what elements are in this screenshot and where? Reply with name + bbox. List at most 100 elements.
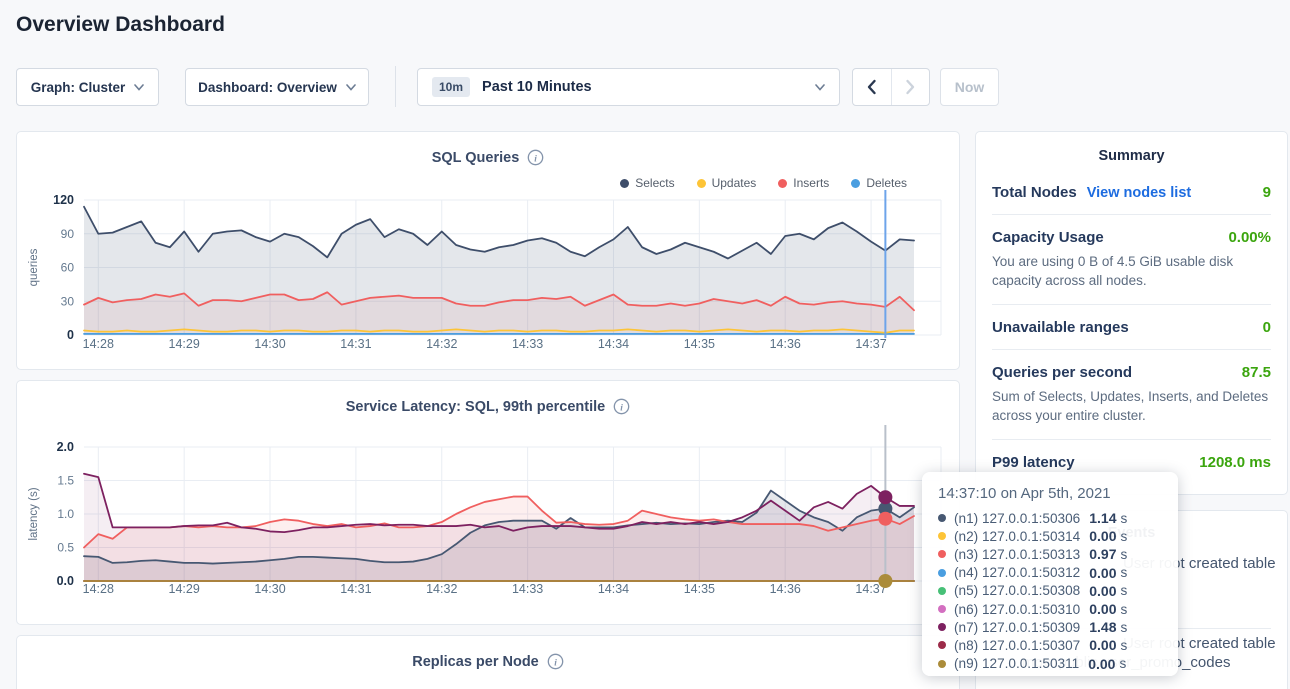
svg-text:14:31: 14:31 xyxy=(340,337,371,351)
tooltip-node-label: (n3) 127.0.0.1:50313 xyxy=(954,547,1080,562)
svg-text:14:35: 14:35 xyxy=(684,582,715,596)
next-time-button[interactable] xyxy=(891,69,930,105)
tooltip-node-label: (n1) 127.0.0.1:50306 xyxy=(954,511,1080,526)
tooltip-node-unit: s xyxy=(1119,656,1126,671)
tooltip-row: (n7) 127.0.0.1:503091.48s xyxy=(938,618,1162,636)
page-title: Overview Dashboard xyxy=(16,13,225,37)
info-icon[interactable]: i xyxy=(613,398,630,415)
prev-time-button[interactable] xyxy=(853,69,891,105)
tooltip-node-unit: s xyxy=(1120,602,1127,617)
tooltip-node-value: 0.00 xyxy=(1089,637,1116,653)
chevron-down-icon xyxy=(134,84,144,91)
unavailable-ranges-value: 0 xyxy=(1263,319,1271,336)
sql-queries-card: 030609012014:2814:2914:3014:3114:3214:33… xyxy=(16,131,960,370)
chevron-left-icon xyxy=(866,79,877,95)
svg-text:14:28: 14:28 xyxy=(83,582,114,596)
svg-text:90: 90 xyxy=(61,227,75,241)
tooltip-node-label: (n2) 127.0.0.1:50314 xyxy=(954,529,1080,544)
chart-title-sql-queries: SQL Queries i xyxy=(17,149,959,166)
sql-plot[interactable]: 030609012014:2814:2914:3014:3114:3214:33… xyxy=(17,132,959,369)
svg-text:2.0: 2.0 xyxy=(57,440,74,454)
legend-label: Selects xyxy=(635,176,674,190)
unavailable-ranges-label: Unavailable ranges xyxy=(992,319,1129,336)
tooltip-node-unit: s xyxy=(1120,529,1127,544)
svg-text:1.5: 1.5 xyxy=(57,474,74,488)
total-nodes-value: 9 xyxy=(1263,184,1271,201)
legend-item: Updates xyxy=(697,176,757,190)
svg-text:0: 0 xyxy=(67,328,74,342)
series-dot xyxy=(938,550,946,558)
legend-item: Inserts xyxy=(778,176,829,190)
chart-title-replicas-per-node: Replicas per Node i xyxy=(17,653,959,670)
series-dot xyxy=(938,532,946,540)
legend-dot-icon xyxy=(697,179,706,188)
chevron-down-icon xyxy=(346,84,356,91)
time-range-selector[interactable]: 10m Past 10 Minutes xyxy=(417,68,840,106)
tooltip-node-value: 1.14 xyxy=(1089,510,1116,526)
svg-text:0.5: 0.5 xyxy=(57,541,74,555)
total-nodes-label: Total Nodes xyxy=(992,184,1077,201)
capacity-usage-value: 0.00% xyxy=(1228,229,1271,246)
series-dot xyxy=(938,514,946,522)
svg-text:14:29: 14:29 xyxy=(169,337,200,351)
chevron-right-icon xyxy=(905,79,916,95)
now-button[interactable]: Now xyxy=(940,68,999,106)
tooltip-node-value: 0.00 xyxy=(1089,528,1116,544)
replicas-per-node-card: Replicas per Node i xyxy=(16,635,960,689)
summary-row-total-nodes: Total Nodes View nodes list 9 xyxy=(992,170,1271,215)
tooltip-node-unit: s xyxy=(1120,547,1127,562)
tooltip-node-label: (n7) 127.0.0.1:50309 xyxy=(954,620,1080,635)
summary-row-capacity: Capacity Usage 0.00% You are using 0 B o… xyxy=(992,215,1271,305)
latency-plot[interactable]: 0.00.51.01.52.014:2814:2914:3014:3114:32… xyxy=(17,381,959,624)
legend-dot-icon xyxy=(620,179,629,188)
series-dot xyxy=(938,623,946,631)
qps-value: 87.5 xyxy=(1242,364,1271,381)
view-nodes-link[interactable]: View nodes list xyxy=(1087,185,1192,201)
tooltip-row: (n1) 127.0.0.1:503061.14s xyxy=(938,509,1162,527)
graph-selector-button[interactable]: Graph: Cluster xyxy=(16,68,159,106)
tooltip-row: (n5) 127.0.0.1:50308 0.00 s xyxy=(938,582,1162,600)
svg-text:14:33: 14:33 xyxy=(512,337,543,351)
tooltip-row: (n2) 127.0.0.1:50314 0.00 s xyxy=(938,527,1162,545)
svg-text:120: 120 xyxy=(53,193,74,207)
time-step-buttons xyxy=(852,68,930,106)
legend-label: Updates xyxy=(712,176,757,190)
series-dot xyxy=(938,660,946,668)
svg-text:14:28: 14:28 xyxy=(83,337,114,351)
qps-label: Queries per second xyxy=(992,364,1132,381)
tooltip-node-value: 0.00 xyxy=(1089,583,1116,599)
svg-text:0.0: 0.0 xyxy=(57,574,74,588)
summary-panel: Summary Total Nodes View nodes list 9 Ca… xyxy=(975,131,1288,495)
svg-text:i: i xyxy=(554,658,557,668)
tooltip-node-unit: s xyxy=(1120,583,1127,598)
info-icon[interactable]: i xyxy=(527,149,544,166)
svg-text:14:36: 14:36 xyxy=(770,337,801,351)
svg-text:14:32: 14:32 xyxy=(426,337,457,351)
svg-text:14:30: 14:30 xyxy=(254,582,285,596)
dashboard-selector-button[interactable]: Dashboard: Overview xyxy=(185,68,369,106)
series-dot xyxy=(938,569,946,577)
svg-text:14:37: 14:37 xyxy=(855,337,886,351)
tooltip-node-label: (n8) 127.0.0.1:50307 xyxy=(954,638,1080,653)
p99-latency-value: 1208.0 ms xyxy=(1199,454,1271,471)
svg-text:14:34: 14:34 xyxy=(598,337,629,351)
tooltip-node-unit: s xyxy=(1120,638,1127,653)
info-icon[interactable]: i xyxy=(547,653,564,670)
chart-tooltip: 14:37:10 on Apr 5th, 2021 (n1) 127.0.0.1… xyxy=(922,472,1178,676)
toolbar-divider xyxy=(395,66,396,107)
series-dot xyxy=(938,587,946,595)
tooltip-node-unit: s xyxy=(1120,565,1127,580)
series-dot xyxy=(938,641,946,649)
time-range-label: Past 10 Minutes xyxy=(482,79,592,95)
svg-text:1.0: 1.0 xyxy=(57,507,74,521)
svg-text:14:35: 14:35 xyxy=(684,337,715,351)
tooltip-timestamp: 14:37:10 on Apr 5th, 2021 xyxy=(938,485,1162,502)
legend-dot-icon xyxy=(778,179,787,188)
svg-text:i: i xyxy=(620,403,623,413)
p99-latency-label: P99 latency xyxy=(992,454,1075,471)
tooltip-row: (n9) 127.0.0.1:503110.00s xyxy=(938,655,1162,673)
svg-text:14:32: 14:32 xyxy=(426,582,457,596)
tooltip-node-label: (n5) 127.0.0.1:50308 xyxy=(954,583,1080,598)
tooltip-node-label: (n9) 127.0.0.1:50311 xyxy=(954,656,1079,671)
tooltip-node-value: 0.97 xyxy=(1089,546,1116,562)
